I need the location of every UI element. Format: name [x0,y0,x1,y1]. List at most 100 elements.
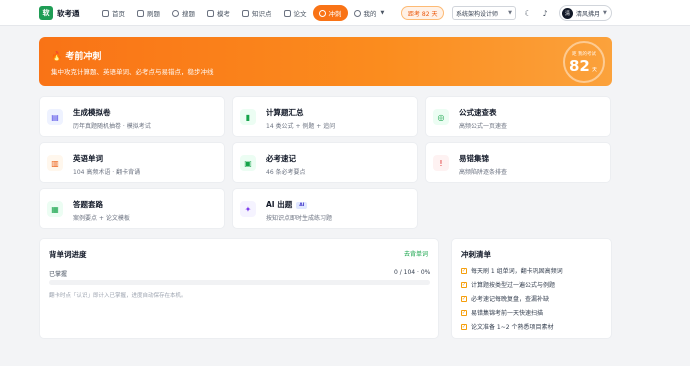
checklist-text: 计算题按类型过一遍公式与例题 [471,282,556,289]
bar-chart-icon: ▮ [240,109,256,125]
user-name: 清风拂月 [576,10,601,18]
clock-icon [318,9,326,17]
check-icon: ✓ [461,281,467,288]
card-title: 公式速查表 [459,108,497,117]
exam-select-value: 系统架构设计师 [456,10,499,18]
card-subtitle: 14 类公式 + 例题 + 追问 [266,123,336,130]
sprint-hero-banner: 🔥 考前冲刺 集中攻克计算题、英语单词、必考点与易错点，稳步冲线 距 我的考试 … [39,37,612,86]
nav-practice[interactable]: 刷题 [131,5,166,21]
card-title: AI 出题 AI [266,199,308,210]
card-title: 英语单词 [73,154,103,163]
chevron-down-icon: ▼ [603,10,607,16]
card-title: 易错集锦 [459,154,489,163]
exam-icon [207,9,214,17]
compass-icon: ◎ [433,109,449,125]
notebook-icon: ▣ [240,155,256,171]
alert-icon: ! [433,155,449,171]
card-title-text: AI 出题 [266,200,293,209]
nav-home[interactable]: 首页 [96,5,131,21]
exam-select[interactable]: 系统架构设计师 ▼ [452,6,516,20]
nav-mock-exam[interactable]: 模考 [201,5,236,21]
nav-home-label: 首页 [112,10,125,18]
nav-knowledge[interactable]: 知识点 [236,5,278,21]
sparkle-icon: ✦ [240,201,256,217]
checklist-text: 易错集锦考前一天快速扫描 [471,310,544,317]
card-calc-summary[interactable]: ▮ 计算题汇总 14 类公式 + 例题 + 追问 [232,96,418,137]
nav-essay-label: 论文 [293,10,307,18]
ai-tag: AI [296,202,308,209]
checklist-item: ✓ 论文准备 1~2 个熟悉项目素材 [461,322,553,331]
bell-icon[interactable]: ♪ [539,7,551,19]
chevron-down-icon: ▼ [508,10,512,16]
nav-essay[interactable]: 论文 [278,5,313,21]
checklist-item: ✓ 每天刷 1 组单词，翻卡巩固高频词 [461,266,563,275]
panel-title: 背单词进度 [49,250,87,259]
moon-icon[interactable]: ☾ [522,7,534,19]
card-title: 生成模拟卷 [73,108,111,117]
search-icon [172,9,179,17]
nav-sprint-label: 冲刺 [328,10,342,18]
nav-mine[interactable]: 我的 ▼ [348,5,391,21]
app-logo[interactable]: 软 [39,6,53,20]
user-menu[interactable]: 清 清风拂月 ▼ [559,5,612,21]
checklist-text: 论文准备 1~2 个熟悉项目素材 [471,324,554,331]
checklist-text: 每天刷 1 组单词，翻卡巩固高频词 [471,268,563,275]
paper-icon: ▤ [47,109,63,125]
progress-value: 0 / 104 · 0% [394,269,431,276]
checklist-item: ✓ 必考速记每晚复盘，查漏补缺 [461,294,549,303]
checklist-text: 必考速记每晚复盘，查漏补缺 [471,296,550,303]
card-subtitle: 历年真题随机抽卷 · 模拟考试 [73,123,151,130]
main-nav: 首页 刷题 搜题 模考 知识点 论文 冲刺 我的 ▼ [96,5,390,21]
checklist-item: ✓ 计算题按类型过一遍公式与例题 [461,280,555,289]
hero-subtitle: 集中攻克计算题、英语单词、必考点与易错点，稳步冲线 [51,68,214,76]
hero-title-text: 考前冲刺 [65,52,102,62]
top-bar: 软 软考通 首页 刷题 搜题 模考 知识点 论文 冲刺 我的 ▼ 距考 82 天 … [0,0,690,26]
document-icon [283,9,291,17]
card-english-words[interactable]: ▥ 英语单词 104 高频术语 · 翻卡背诵 [39,142,225,183]
clipboard-icon: ▦ [47,201,63,217]
card-subtitle: 按知识点即时生成练习题 [266,215,333,222]
go-vocab-link[interactable]: 去背单词 [404,249,428,258]
flame-icon: 🔥 [51,52,63,62]
nav-sprint[interactable]: 冲刺 [312,5,348,21]
sprint-checklist-panel: 冲刺清单 ✓ 每天刷 1 组单词，翻卡巩固高频词 ✓ 计算题按类型过一遍公式与例题 … [451,238,612,339]
nav-practice-label: 刷题 [147,10,160,18]
vocab-progress-panel: 背单词进度 去背单词 已掌握 0 / 104 · 0% 翻卡时点「认识」即计入已… [39,238,439,339]
hero-title: 🔥 考前冲刺 [51,49,101,62]
card-title: 答题套路 [73,200,103,209]
app-name[interactable]: 软考通 [57,8,80,19]
check-icon: ✓ [461,295,467,302]
card-ai-questions[interactable]: ✦ AI 出题 AI 按知识点即时生成练习题 [232,188,418,229]
user-icon [353,9,361,17]
countdown-ring: 距 我的考试 82 天 [563,41,605,83]
progress-label: 已掌握 [49,271,68,278]
checklist-item: ✓ 易错集锦考前一天快速扫描 [461,308,543,317]
refresh-icon [137,9,144,17]
book-icon: ▥ [47,155,63,171]
card-subtitle: 高频陷阱逐条排查 [459,169,508,176]
card-title: 计算题汇总 [266,108,304,117]
card-answer-patterns[interactable]: ▦ 答题套路 案例要点 + 论文模板 [39,188,225,229]
check-icon: ✓ [461,267,467,274]
card-formula-sheet[interactable]: ◎ 公式速查表 高频公式一页速查 [425,96,611,137]
check-icon: ✓ [461,309,467,316]
nav-mine-label: 我的 [363,10,377,18]
card-mock-paper[interactable]: ▤ 生成模拟卷 历年真题随机抽卷 · 模拟考试 [39,96,225,137]
chevron-down-icon: ▼ [380,10,385,16]
panel-title: 冲刺清单 [461,250,491,259]
card-subtitle: 46 条必考要点 [266,169,306,176]
card-title: 必考速记 [266,154,296,163]
progress-note: 翻卡时点「认识」即计入已掌握，进度自动保存在本机。 [49,293,187,299]
bookmark-icon [242,9,249,17]
exam-countdown-badge[interactable]: 距考 82 天 [401,6,445,20]
nav-mock-exam-label: 模考 [217,10,230,18]
countdown-days: 82 [569,57,590,75]
countdown-unit: 天 [592,67,598,73]
card-must-memorize[interactable]: ▣ 必考速记 46 条必考要点 [232,142,418,183]
nav-knowledge-label: 知识点 [252,10,272,18]
check-icon: ✓ [461,323,467,330]
progress-bar [49,280,430,285]
card-common-mistakes[interactable]: ! 易错集锦 高频陷阱逐条排查 [425,142,611,183]
card-subtitle: 104 高频术语 · 翻卡背诵 [73,169,141,176]
nav-search[interactable]: 搜题 [166,5,201,21]
